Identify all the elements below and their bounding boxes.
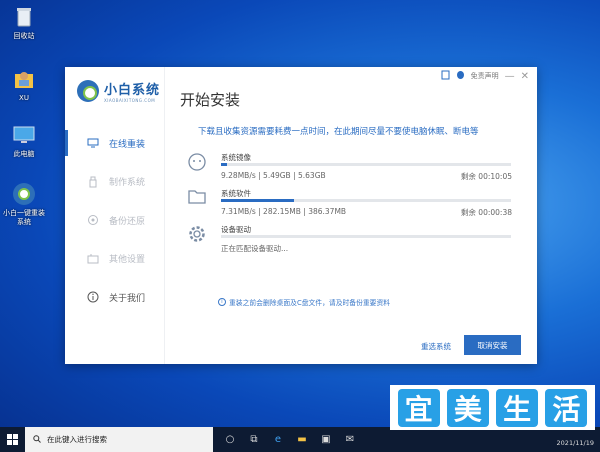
search-placeholder: 在此键入进行搜索	[47, 435, 107, 444]
app-logo: 小白系统 XIAOBAIXITONG.COM	[77, 79, 160, 103]
sidebar-item-label: 其他设置	[109, 255, 146, 266]
desktop-icon-label: 回收站	[13, 32, 35, 40]
taskbar-date[interactable]: 2021/11/19	[557, 439, 594, 447]
task-stats: 9.28MB/s | 5.49GB | 5.63GB	[221, 171, 326, 180]
watermark-char: 美	[446, 388, 489, 427]
desktop-icon-label: XU	[19, 94, 29, 102]
progress-bar	[221, 235, 511, 238]
sidebar-item-online-reinstall[interactable]: 在线重装	[65, 124, 165, 163]
info-icon	[87, 291, 99, 303]
minimize-button[interactable]: —	[505, 71, 515, 82]
task-name: 系统软件	[221, 189, 251, 198]
file-explorer-icon[interactable]: ▬	[290, 427, 314, 452]
user-folder-icon	[11, 66, 37, 92]
disclaimer-link[interactable]: 免责声明	[471, 71, 499, 81]
logo-mark-icon	[77, 80, 99, 102]
edge-icon[interactable]: e	[266, 427, 290, 452]
watermark-char: 宜	[397, 388, 440, 427]
desktop-icon-recycle-bin[interactable]: 回收站	[0, 4, 48, 41]
progress-fill	[221, 199, 294, 202]
window-topbar: 免责声明 — ✕	[435, 70, 529, 82]
sidebar-nav: 在线重装 制作系统 备份还原 其他设置 关于我们	[65, 124, 165, 317]
task-stats: 正在匹配设备驱动...	[221, 244, 289, 253]
task-name: 设备驱动	[221, 225, 251, 234]
usb-drive-icon	[87, 176, 99, 188]
mail-icon[interactable]: ✉	[338, 427, 362, 452]
taskbar-search[interactable]: 在此键入进行搜索	[25, 427, 213, 452]
cortana-icon[interactable]: ○	[218, 427, 242, 452]
sidebar-item-backup-restore[interactable]: 备份还原	[65, 201, 165, 240]
desktop-icon-xiaobai[interactable]: 小白一键重装系统	[0, 181, 48, 227]
desktop-icon-label: 小白一键重装系统	[3, 209, 45, 226]
watermark-char: 活	[545, 388, 588, 427]
backup-icon	[87, 214, 99, 226]
logo-title: 小白系统	[104, 83, 161, 98]
task-name: 系统镜像	[221, 153, 251, 162]
progress-fill	[221, 163, 227, 166]
task-system-software: 系统软件 7.31MB/s | 282.15MB | 386.37MB 剩余 0…	[187, 188, 512, 218]
sidebar-item-about[interactable]: 关于我们	[65, 278, 165, 317]
reselect-system-button[interactable]: 重选系统	[421, 341, 451, 352]
gear-icon	[187, 224, 207, 244]
desktop-icon-user[interactable]: XU	[0, 66, 48, 103]
sidebar-item-label: 关于我们	[109, 293, 146, 304]
qq-icon[interactable]	[456, 70, 465, 82]
download-notice: 下载且收集资源需要耗费一点时间，在此期间尽量不要使电脑休眠、断电等	[198, 127, 479, 137]
watermark-char: 生	[496, 388, 539, 427]
progress-bar	[221, 163, 511, 166]
sidebar-item-label: 在线重装	[109, 139, 146, 150]
face-loading-icon	[187, 152, 207, 172]
sidebar-item-make-system[interactable]: 制作系统	[65, 163, 165, 202]
taskbar-apps: ○ ⧉ e ▬ ▣ ✉	[218, 427, 362, 452]
windows-logo-icon	[7, 430, 18, 449]
progress-bar	[221, 199, 511, 202]
settings-box-icon	[87, 253, 99, 265]
sidebar: 小白系统 XIAOBAIXITONG.COM 在线重装 制作系统 备份还原 其他…	[65, 67, 165, 364]
this-pc-icon	[11, 122, 37, 148]
search-icon	[33, 434, 41, 445]
task-system-image: 系统镜像 9.28MB/s | 5.49GB | 5.63GB 剩余 00:10…	[187, 152, 512, 182]
close-button[interactable]: ✕	[521, 71, 529, 82]
desktop-icon-this-pc[interactable]: 此电脑	[0, 122, 48, 159]
tip-text: 重装之前会删除桌面及C盘文件，请及时备份重要资料	[229, 299, 391, 307]
backup-tip: i 重装之前会删除桌面及C盘文件，请及时备份重要资料	[218, 297, 390, 307]
info-icon: i	[218, 298, 226, 306]
logo-subtitle: XIAOBAIXITONG.COM	[104, 98, 156, 103]
installer-window: 小白系统 XIAOBAIXITONG.COM 在线重装 制作系统 备份还原 其他…	[65, 67, 537, 364]
desktop-icon-label: 此电脑	[13, 150, 35, 158]
monitor-icon	[87, 137, 99, 149]
folder-icon	[187, 188, 207, 208]
task-stats: 7.31MB/s | 282.15MB | 386.37MB	[221, 207, 347, 216]
task-device-drivers: 设备驱动 正在匹配设备驱动...	[187, 224, 512, 254]
recycle-bin-icon	[11, 4, 37, 30]
sidebar-item-other-settings[interactable]: 其他设置	[65, 240, 165, 279]
start-button[interactable]	[0, 427, 25, 452]
task-time-remaining: 剩余 00:10:05	[460, 172, 512, 181]
xiaobai-app-icon	[11, 181, 37, 207]
cancel-install-button[interactable]: 取消安装	[464, 335, 521, 355]
taskbar: 在此键入进行搜索 ○ ⧉ e ▬ ▣ ✉ 2021/11/19	[0, 427, 600, 452]
store-icon[interactable]: ▣	[314, 427, 338, 452]
task-view-icon[interactable]: ⧉	[242, 427, 266, 452]
bookmark-icon[interactable]	[441, 70, 450, 82]
page-title: 开始安装	[180, 91, 241, 109]
sidebar-item-label: 制作系统	[109, 178, 146, 189]
task-time-remaining: 剩余 00:00:38	[460, 208, 512, 217]
sidebar-item-label: 备份还原	[109, 216, 146, 227]
watermark-logo: 宜 美 生 活	[390, 385, 595, 430]
